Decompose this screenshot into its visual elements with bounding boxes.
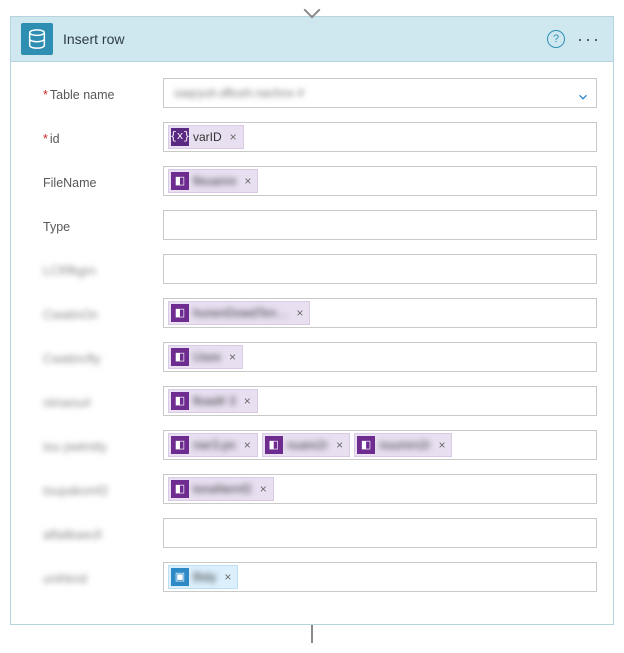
token-label: hunenDowdTen…: [193, 306, 290, 320]
dynamic-content-token[interactable]: ◧ tonaNemf2 ×: [168, 477, 274, 501]
token-remove-button[interactable]: ×: [227, 350, 238, 364]
form-row: Type: [43, 210, 597, 240]
database-icon: [21, 23, 53, 55]
field-label: id: [43, 128, 163, 146]
field-label: Table name: [43, 84, 163, 102]
expression-icon: {x}: [171, 128, 189, 146]
help-icon[interactable]: ?: [547, 30, 565, 48]
token-input[interactable]: [163, 254, 597, 284]
token-remove-button[interactable]: ×: [228, 130, 239, 144]
token-remove-button[interactable]: ×: [294, 306, 305, 320]
token-remove-button[interactable]: ×: [242, 394, 253, 408]
form-row: alfaitkaecll: [43, 518, 597, 548]
form-row: tou pwtmtty ◧ nwr3.pn × ◧ nuare2r × ◧ nuumrn2r ×: [43, 430, 597, 460]
dynamic-value-icon: ▣: [171, 568, 189, 586]
form-row: nimanu# ◧ fload# 3 ×: [43, 386, 597, 416]
token-input[interactable]: ◧ Usee ×: [163, 342, 597, 372]
field-label: unihknd: [43, 568, 163, 586]
field-label: toupakomf2: [43, 480, 163, 498]
field-label: CwatinOn: [43, 304, 163, 322]
field-label: alfaitkaecll: [43, 524, 163, 542]
dynamic-value-icon: ◧: [357, 436, 375, 454]
card-header[interactable]: Insert row ? ···: [11, 17, 613, 62]
token-input[interactable]: [163, 518, 597, 548]
token-input[interactable]: ◧ fload# 3 ×: [163, 386, 597, 416]
token-remove-button[interactable]: ×: [436, 438, 447, 452]
dynamic-content-token[interactable]: ▣ Bidy ×: [168, 565, 238, 589]
field-label: FileName: [43, 172, 163, 190]
token-label: Usee: [193, 350, 223, 364]
form-row: FileName ◧ fleuanre ×: [43, 166, 597, 196]
token-label: fleuanre: [193, 174, 238, 188]
token-remove-button[interactable]: ×: [242, 174, 253, 188]
field-label: tou pwtmtty: [43, 436, 163, 454]
dynamic-content-token[interactable]: ◧ hunenDowdTen… ×: [168, 301, 310, 325]
field-label: Cwatincfty: [43, 348, 163, 366]
dynamic-content-token[interactable]: ◧ Usee ×: [168, 345, 243, 369]
token-label: nuare2r: [287, 438, 330, 452]
token-input[interactable]: ◧ tonaNemf2 ×: [163, 474, 597, 504]
field-label: nimanu#: [43, 392, 163, 410]
token-input[interactable]: [163, 210, 597, 240]
dynamic-value-icon: ◧: [265, 436, 283, 454]
card-title: Insert row: [63, 31, 537, 47]
dynamic-value-icon: ◧: [171, 304, 189, 322]
token-input[interactable]: ▣ Bidy ×: [163, 562, 597, 592]
dynamic-value-icon: ◧: [171, 172, 189, 190]
dynamic-value-icon: ◧: [171, 348, 189, 366]
token-label: nuumrn2r: [379, 438, 432, 452]
form-row: Cwatincfty ◧ Usee ×: [43, 342, 597, 372]
token-input[interactable]: ◧ fleuanre ×: [163, 166, 597, 196]
token-input[interactable]: {x} varID ×: [163, 122, 597, 152]
token-input[interactable]: ◧ hunenDowdTen… ×: [163, 298, 597, 328]
chevron-down-icon[interactable]: [576, 90, 588, 102]
dynamic-content-token[interactable]: ◧ nwr3.pn ×: [168, 433, 258, 457]
form-row: unihknd ▣ Bidy ×: [43, 562, 597, 592]
dropdown-selected-value: saqryuh.dflush.nachnx #: [168, 86, 304, 100]
dropdown-input[interactable]: saqryuh.dflush.nachnx #: [163, 78, 597, 108]
token-remove-button[interactable]: ×: [242, 438, 253, 452]
card-body: Table name saqryuh.dflush.nachnx # id {x} va…: [11, 62, 613, 624]
dynamic-content-token[interactable]: ◧ nuare2r ×: [262, 433, 350, 457]
field-label: LCRfkgrn: [43, 260, 163, 278]
form-row: toupakomf2 ◧ tonaNemf2 ×: [43, 474, 597, 504]
token-remove-button[interactable]: ×: [222, 570, 233, 584]
dynamic-content-token[interactable]: ◧ nuumrn2r ×: [354, 433, 452, 457]
dynamic-value-icon: ◧: [171, 480, 189, 498]
token-input[interactable]: ◧ nwr3.pn × ◧ nuare2r × ◧ nuumrn2r ×: [163, 430, 597, 460]
token-label: Bidy: [193, 570, 218, 584]
dynamic-value-icon: ◧: [171, 436, 189, 454]
token-label: tonaNemf2: [193, 482, 254, 496]
form-row: id {x} varID ×: [43, 122, 597, 152]
token-label: fload# 3: [193, 394, 238, 408]
form-row: Table name saqryuh.dflush.nachnx #: [43, 78, 597, 108]
field-label: Type: [43, 216, 163, 234]
token-label: varID: [193, 130, 224, 144]
form-row: CwatinOn ◧ hunenDowdTen… ×: [43, 298, 597, 328]
flow-connector-out: [311, 625, 313, 643]
dynamic-content-token[interactable]: ◧ fload# 3 ×: [168, 389, 258, 413]
token-remove-button[interactable]: ×: [258, 482, 269, 496]
token-label: nwr3.pn: [193, 438, 238, 452]
action-card: Insert row ? ··· Table name saqryuh.dflus…: [10, 16, 614, 625]
token-remove-button[interactable]: ×: [334, 438, 345, 452]
form-row: LCRfkgrn: [43, 254, 597, 284]
card-menu-button[interactable]: ···: [575, 32, 603, 46]
dynamic-content-token[interactable]: ◧ fleuanre ×: [168, 169, 258, 193]
dynamic-value-icon: ◧: [171, 392, 189, 410]
dynamic-content-token[interactable]: {x} varID ×: [168, 125, 244, 149]
